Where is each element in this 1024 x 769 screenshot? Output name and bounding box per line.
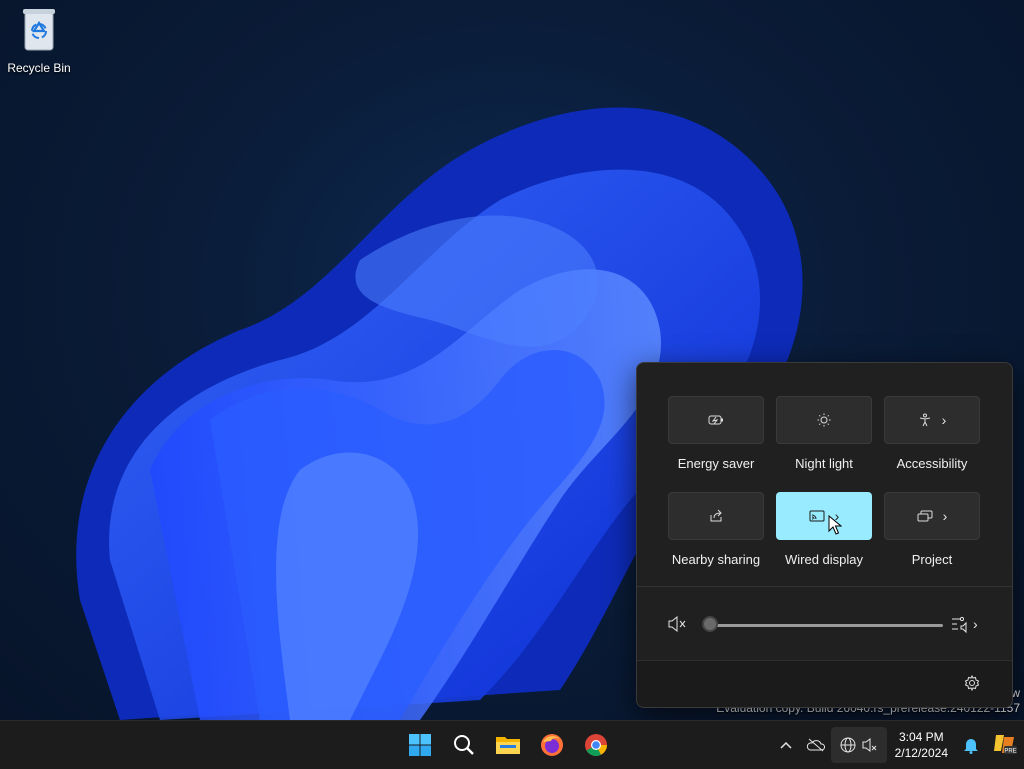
divider — [637, 586, 1012, 587]
volume-mixer-button[interactable]: › — [951, 615, 978, 633]
network-volume-button[interactable] — [830, 727, 887, 763]
recycle-bin-label: Recycle Bin — [7, 61, 71, 75]
copilot-icon: PRE — [994, 735, 1017, 755]
cast-icon — [809, 510, 825, 522]
energy-saver-button[interactable] — [668, 396, 764, 444]
tile-night-light[interactable]: Night light — [776, 396, 872, 471]
tile-nearby-sharing[interactable]: Nearby sharing — [668, 492, 764, 567]
chevron-up-icon — [780, 741, 792, 749]
tile-energy-saver[interactable]: Energy saver — [668, 396, 764, 471]
tile-wired-display[interactable]: › Wired display — [776, 492, 872, 567]
start-button[interactable] — [404, 729, 436, 761]
firefox-button[interactable] — [536, 729, 568, 761]
tile-label: Project — [911, 552, 953, 567]
tile-project[interactable]: › Project — [884, 492, 980, 567]
volume-muted-icon — [862, 738, 876, 752]
show-hidden-icons-button[interactable] — [771, 727, 801, 763]
volume-slider-thumb[interactable] — [702, 616, 718, 632]
svg-text:PRE: PRE — [1004, 749, 1016, 755]
chevron-right-icon[interactable]: › — [942, 413, 947, 427]
chevron-right-icon: › — [973, 616, 978, 632]
clock-time: 3:04 PM — [898, 730, 944, 744]
volume-row: › — [667, 613, 987, 637]
tile-label: Night light — [795, 456, 853, 471]
bell-icon — [964, 739, 978, 754]
search-button[interactable] — [448, 729, 480, 761]
volume-muted-icon[interactable] — [667, 615, 687, 633]
search-icon — [454, 735, 474, 755]
tile-label: Accessibility — [896, 456, 968, 471]
tile-accessibility[interactable]: › Accessibility — [884, 396, 980, 471]
night-light-button[interactable] — [776, 396, 872, 444]
quick-settings-panel: Energy saver Night light › Accessibility… — [636, 362, 1013, 708]
energy-saver-icon — [708, 415, 723, 425]
volume-slider-track[interactable] — [711, 624, 943, 627]
cloud-offline-icon — [806, 738, 825, 752]
wired-display-button[interactable]: › — [776, 492, 872, 540]
copilot-button[interactable]: PRE — [986, 727, 1024, 763]
notifications-button[interactable] — [956, 727, 986, 763]
mouse-cursor-icon — [828, 515, 842, 535]
gear-icon[interactable] — [964, 675, 980, 691]
project-icon — [917, 510, 933, 522]
nearby-sharing-button[interactable] — [668, 492, 764, 540]
sound-mixer-icon — [952, 616, 967, 633]
quick-settings-footer — [637, 660, 1012, 707]
tile-label: Wired display — [784, 552, 864, 567]
chrome-button[interactable] — [580, 729, 612, 761]
tile-label: Nearby sharing — [671, 552, 761, 567]
taskbar-clock[interactable]: 3:04 PM 2/12/2024 — [895, 729, 948, 761]
globe-icon — [840, 737, 856, 753]
start-icon — [409, 734, 431, 756]
taskbar-pinned-apps — [404, 721, 612, 769]
firefox-icon — [541, 734, 563, 756]
recycle-bin-icon — [23, 9, 55, 51]
clock-date: 2/12/2024 — [894, 746, 948, 760]
share-icon — [710, 509, 722, 522]
tile-label: Energy saver — [677, 456, 755, 471]
chevron-right-icon[interactable]: › — [943, 509, 948, 523]
accessibility-icon — [919, 413, 930, 427]
chrome-icon — [585, 734, 607, 756]
recycle-bin[interactable]: Recycle Bin — [4, 6, 74, 75]
accessibility-button[interactable]: › — [884, 396, 980, 444]
onedrive-button[interactable] — [801, 727, 831, 763]
taskbar: 3:04 PM 2/12/2024 PRE — [0, 720, 1024, 769]
file-explorer-icon — [496, 737, 520, 754]
night-light-icon — [817, 413, 831, 427]
file-explorer-button[interactable] — [492, 729, 524, 761]
project-button[interactable]: › — [884, 492, 980, 540]
system-tray: 3:04 PM 2/12/2024 PRE — [771, 721, 1024, 769]
